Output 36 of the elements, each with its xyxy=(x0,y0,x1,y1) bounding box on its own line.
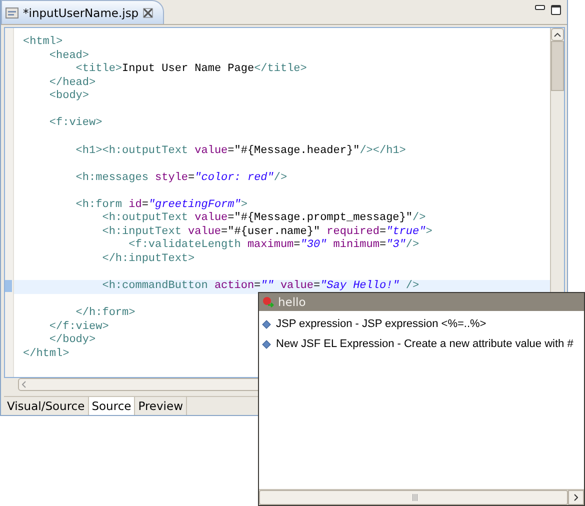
diamond-icon xyxy=(262,320,271,328)
horizontal-scrollbar[interactable] xyxy=(259,490,568,505)
code-line: <html> xyxy=(22,36,63,50)
code-line: <h:messages style="color: red"/> xyxy=(74,172,288,186)
close-icon[interactable] xyxy=(142,8,153,18)
code-line: <h:commandButton action="" value="Say Hello!" /> xyxy=(101,280,420,294)
minimize-icon[interactable] xyxy=(535,5,545,11)
grip-icon xyxy=(412,494,418,501)
jsp-file-icon xyxy=(5,6,19,18)
scroll-thumb[interactable] xyxy=(551,41,564,91)
code-line: </f:view> xyxy=(48,320,109,334)
code-line: <h:form id="greetingForm"> xyxy=(74,198,248,212)
editor-tab[interactable]: *inputUserName.jsp xyxy=(1,0,164,24)
proposal-item[interactable]: JSP expression - JSP expression <%=..%> xyxy=(259,314,584,334)
code-line: <body> xyxy=(48,90,90,104)
maximize-icon[interactable] xyxy=(551,5,561,15)
code-line: <f:validateLength maximum="30" minimum="3"/> xyxy=(128,239,420,253)
diamond-icon xyxy=(262,340,271,348)
code-line: <h:inputText value="#{user.name}" required="true"> xyxy=(101,226,432,239)
proposal-item[interactable]: New JSF EL Expression - Create a new attribute value with # xyxy=(259,334,584,354)
code-line: </head> xyxy=(48,76,96,90)
code-line: </body> xyxy=(48,334,96,348)
editor-mode-tab[interactable]: Source xyxy=(88,397,136,415)
code-line: </h:form> xyxy=(74,307,136,321)
code-line: </h:inputText> xyxy=(101,253,195,267)
code-line: </html> xyxy=(22,348,70,362)
code-line: <title>Input User Name Page</title> xyxy=(74,63,307,77)
scroll-up-icon[interactable] xyxy=(554,32,561,36)
code-line: <f:view> xyxy=(48,117,102,131)
code-line: <head> xyxy=(48,50,90,63)
editor-mode-tab[interactable]: Visual/Source xyxy=(4,397,89,415)
proposal-title: hello xyxy=(278,295,306,309)
scroll-right-icon[interactable] xyxy=(574,494,578,501)
code-line: <h:outputText value="#{Message.prompt_message}"/> xyxy=(101,212,426,226)
template-icon xyxy=(262,296,274,308)
code-line: <h1><h:outputText value="#{Message.header}"/></h1> xyxy=(74,144,406,158)
